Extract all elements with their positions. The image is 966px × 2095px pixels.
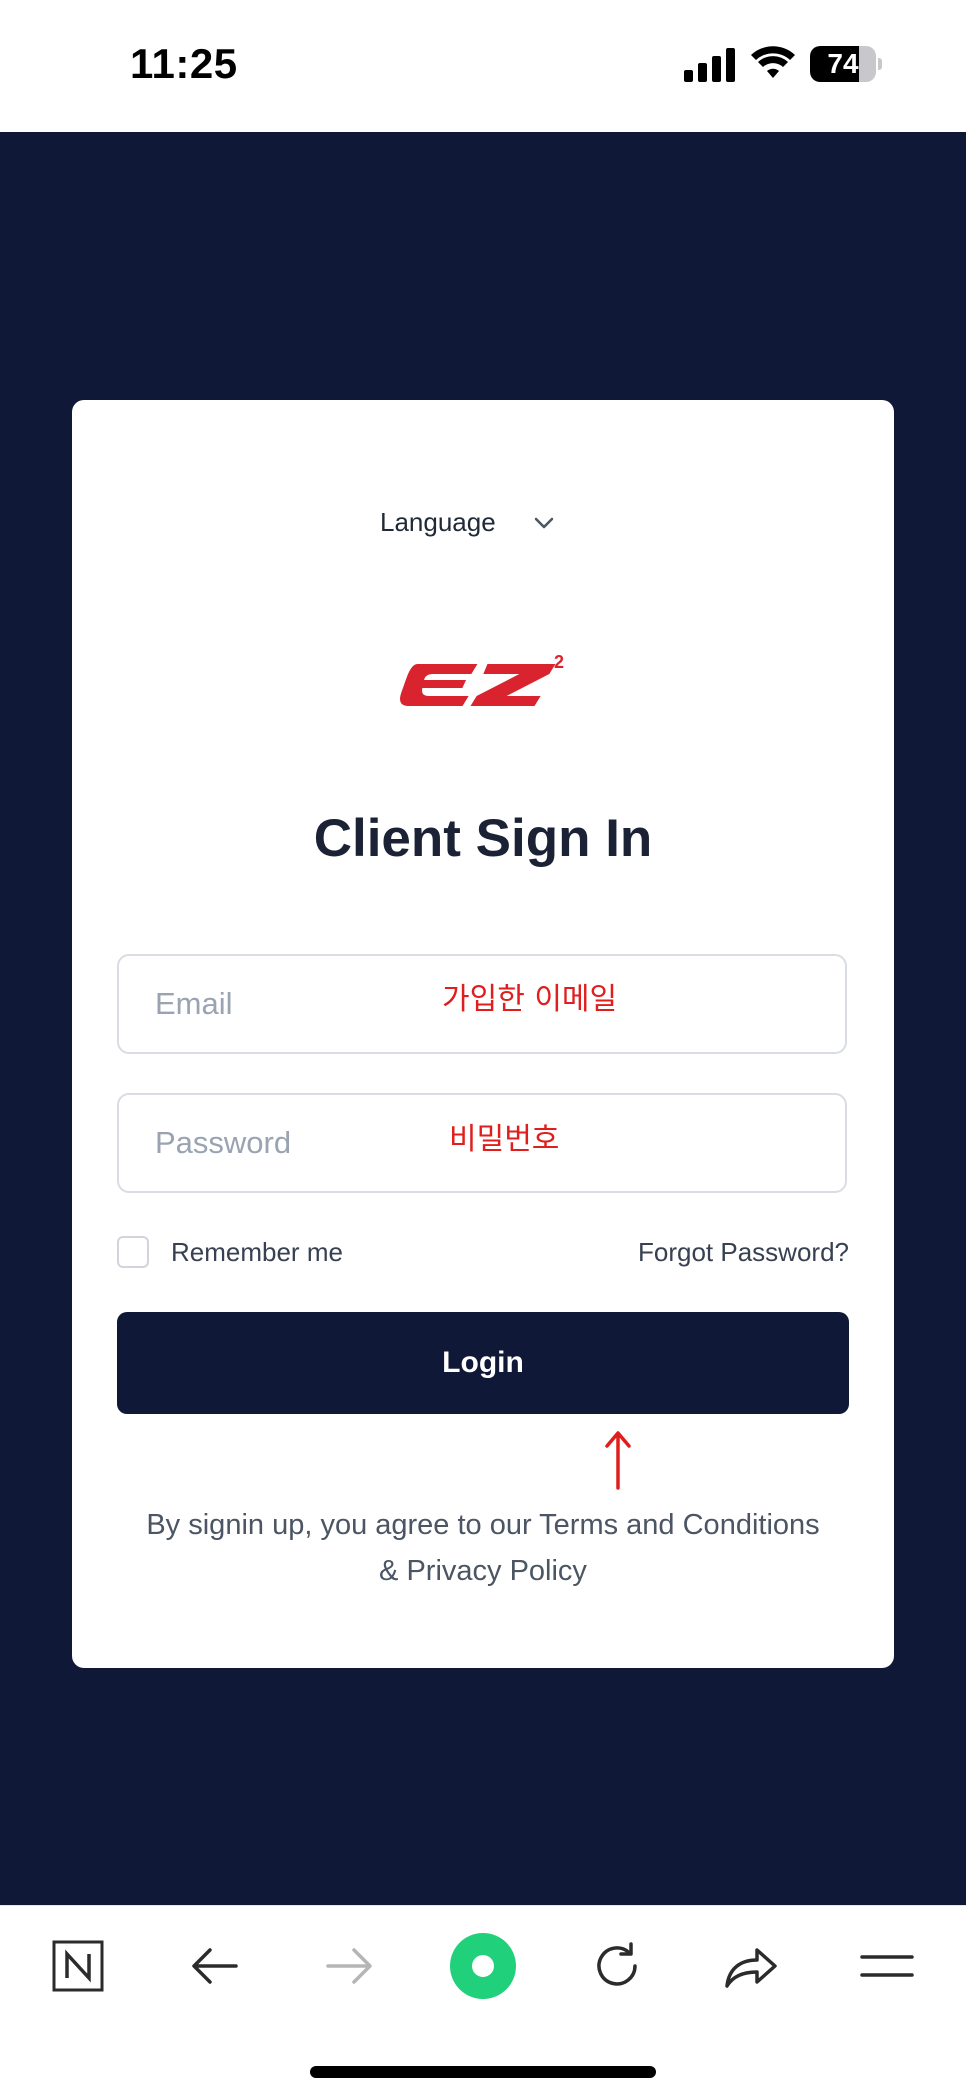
language-label: Language <box>380 506 496 537</box>
ez2-logo: 2 <box>400 652 564 706</box>
password-field-wrapper <box>117 1093 847 1193</box>
status-bar: 11:25 74 <box>0 0 966 132</box>
forgot-password-link[interactable]: Forgot Password? <box>638 1230 849 1274</box>
status-time: 11:25 <box>130 40 238 87</box>
chevron-down-icon <box>534 517 553 529</box>
green-dot-icon[interactable] <box>448 1931 518 2001</box>
svg-text:2: 2 <box>554 652 564 672</box>
battery-percentage: 74 <box>827 48 859 79</box>
up-arrow-icon <box>605 1431 631 1490</box>
naver-n-icon[interactable] <box>43 1931 113 2001</box>
share-icon[interactable] <box>716 1931 786 2001</box>
refresh-icon[interactable] <box>582 1931 652 2001</box>
sign-in-card: Language 2 Client Sign In 가입한 이메일 비밀번호 R… <box>72 400 894 1668</box>
terms-line-1: By signin up, you agree to our Terms and… <box>146 1509 820 1541</box>
back-arrow-icon[interactable] <box>180 1931 250 2001</box>
language-selector[interactable]: Language <box>380 500 554 544</box>
login-button[interactable]: Login <box>117 1312 849 1414</box>
terms-text: By signin up, you agree to our Terms and… <box>112 1502 854 1594</box>
email-field[interactable] <box>119 956 845 1052</box>
remember-me-checkbox[interactable] <box>117 1236 149 1268</box>
page-title: Client Sign In <box>313 809 653 868</box>
remember-me-row: Remember me <box>117 1230 343 1274</box>
signal-icon <box>684 48 735 82</box>
remember-me-label[interactable]: Remember me <box>171 1237 343 1268</box>
forward-arrow-icon[interactable] <box>314 1931 384 2001</box>
menu-icon[interactable] <box>852 1931 922 2001</box>
password-field[interactable] <box>119 1095 845 1191</box>
home-indicator <box>310 2066 656 2078</box>
wifi-icon <box>751 46 795 78</box>
terms-line-2: & Privacy Policy <box>379 1555 587 1587</box>
email-field-wrapper <box>117 954 847 1054</box>
battery-icon: 74 <box>810 46 882 82</box>
